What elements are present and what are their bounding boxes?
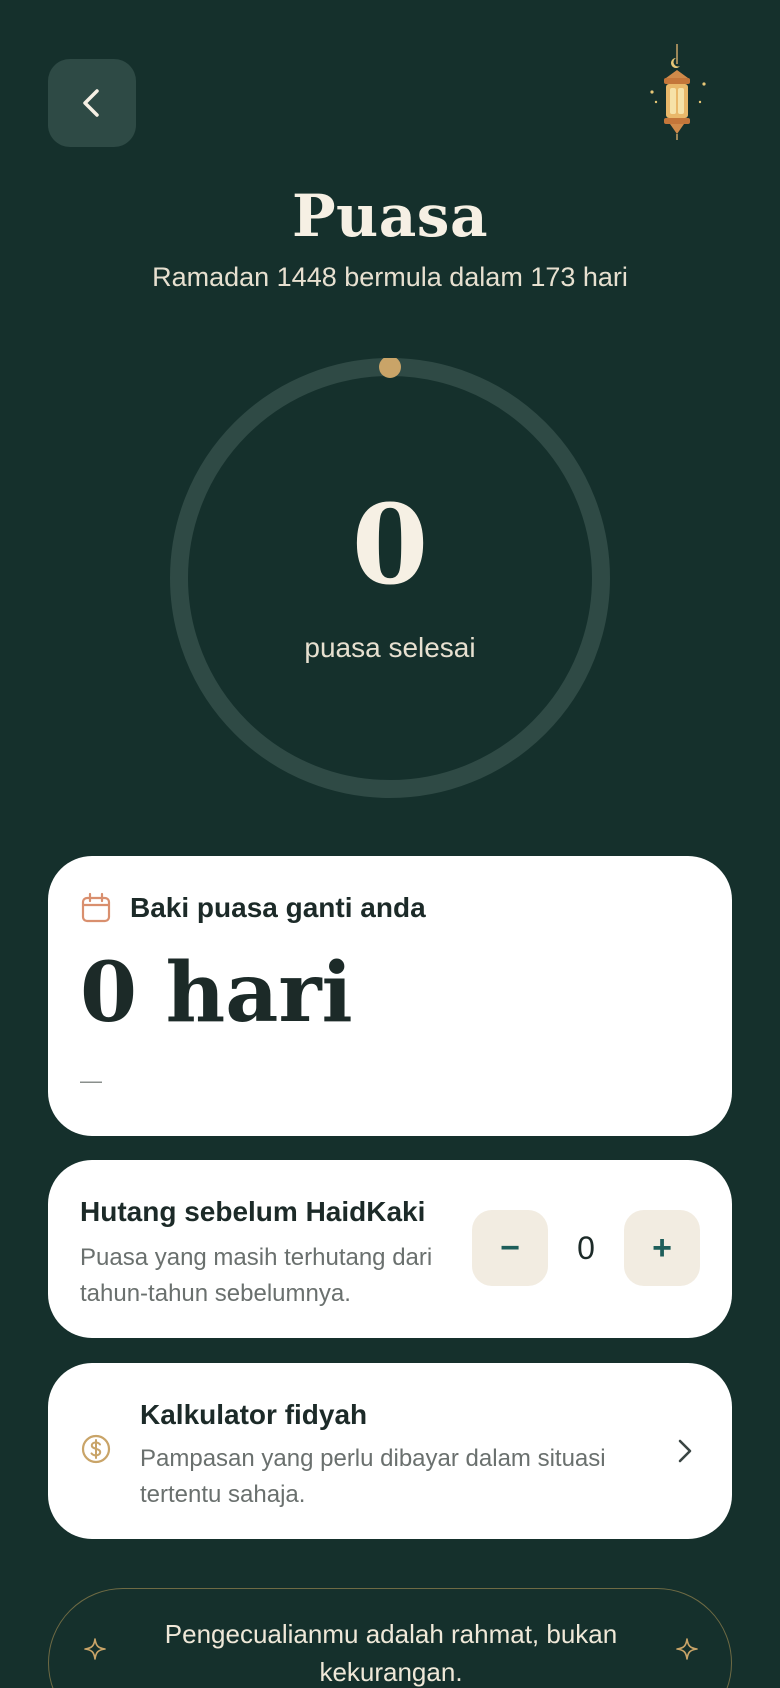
increment-button[interactable]: + — [624, 1210, 700, 1286]
chevron-left-icon — [83, 89, 99, 117]
encouragement-banner: Pengecualianmu adalah rahmat, bukan keku… — [48, 1588, 732, 1688]
balance-note: — — [80, 1068, 102, 1093]
lantern-icon — [650, 44, 706, 140]
sparkle-icon — [84, 1638, 106, 1660]
completed-fasts-label: puasa selesai — [304, 632, 476, 663]
fidyah-title: Kalkulator fidyah — [140, 1399, 368, 1430]
balance-label: Baki puasa ganti anda — [130, 892, 426, 923]
back-button[interactable] — [48, 59, 136, 147]
balance-value: 0 hari — [80, 945, 353, 1041]
encouragement-text: Pengecualianmu adalah rahmat, bukan keku… — [164, 1619, 618, 1687]
decrement-button[interactable]: − — [472, 1210, 548, 1286]
ramadan-countdown: Ramadan 1448 bermula dalam 173 hari — [152, 262, 628, 292]
fidyah-description: Pampasan yang perlu dibayar dalam situas… — [140, 1445, 606, 1508]
prior-debt-title: Hutang sebelum HaidKaki — [80, 1196, 426, 1227]
page-title: Puasa — [291, 182, 489, 250]
coin-icon — [81, 1434, 111, 1464]
prior-debt-description: Puasa yang masih terhutang dari tahun-ta… — [80, 1244, 433, 1307]
prior-debt-value: 0 — [577, 1229, 595, 1266]
prior-debt-card: Hutang sebelum HaidKaki Puasa yang masih… — [48, 1160, 732, 1338]
chevron-right-icon — [678, 1439, 692, 1463]
completed-fasts-count: 0 — [351, 480, 429, 609]
fidyah-calculator-card[interactable]: Kalkulator fidyah Pampasan yang perlu di… — [48, 1363, 732, 1539]
sparkle-icon — [676, 1638, 698, 1660]
balance-card: Baki puasa ganti anda 0 hari — — [48, 856, 732, 1136]
calendar-icon — [81, 892, 111, 923]
